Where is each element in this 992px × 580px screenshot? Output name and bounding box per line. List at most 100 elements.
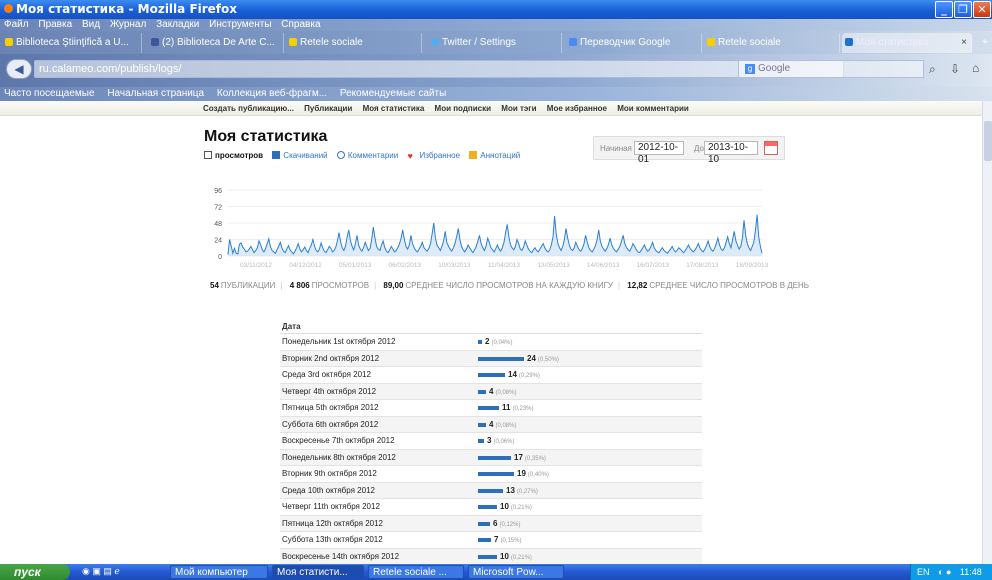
tab-downloads[interactable]: Скачиваний [272, 151, 328, 160]
close-button[interactable]: ✕ [973, 1, 991, 18]
maximize-button[interactable]: ❐ [954, 1, 972, 18]
stat-avg-per-book-label: СРЕДНЕЕ ЧИСЛО ПРОСМОТРОВ НА КАЖДУЮ КНИГУ [405, 281, 613, 290]
stat-views-label: ПРОСМОТРОВ [311, 281, 370, 290]
close-tab-icon[interactable]: × [961, 33, 967, 53]
quick-launch-icons[interactable]: ◉ ▣ ▤ ℯ [82, 566, 120, 577]
table-row: Вторник 2nd октября 2012 24 (0,50%) [280, 350, 702, 367]
language-indicator[interactable]: EN [917, 567, 930, 577]
address-bar[interactable]: ru.calameo.com/publish/logs/ [34, 60, 844, 78]
tray-icons[interactable]: ◐ ● [938, 567, 951, 577]
search-icon[interactable]: ⌕ [929, 62, 936, 77]
taskbar-item[interactable]: Retele sociale ... [368, 565, 464, 579]
task-label: Моя статисти... [277, 567, 348, 578]
row-value: 11 (0,23%) [502, 400, 533, 418]
row-percent: (0,08%) [495, 389, 517, 396]
stat-avg-per-day: 12,82 [627, 281, 648, 290]
bookmark-suggested-sites[interactable]: Рекомендуемые сайты [340, 88, 446, 99]
tab-annotations[interactable]: Аннотаций [469, 151, 520, 160]
row-percent: (0,35%) [524, 455, 546, 462]
task-label: Мой компьютер [175, 567, 248, 578]
x-tick-label: 03/11/2012 [240, 262, 272, 269]
bookmark-web-slices[interactable]: Коллекция веб-фрагм... [217, 88, 327, 99]
browser-tab-active[interactable]: Моя статистика × [842, 33, 972, 53]
calendar-icon[interactable] [764, 141, 778, 155]
taskbar-item[interactable]: Microsoft Pow... [468, 565, 564, 579]
scrollbar-thumb[interactable] [984, 121, 992, 161]
stats-table: Дата Понедельник 1st октября 2012 2 (0,04%… [280, 320, 702, 565]
download-icon[interactable]: ⇩ [950, 62, 960, 76]
browser-tab[interactable]: Retele sociale [286, 33, 422, 53]
tab-favorites[interactable]: ♥ Избранное [407, 151, 460, 161]
menu-edit[interactable]: Правка [38, 19, 72, 30]
x-tick-label: 05/01/2013 [339, 262, 372, 269]
date-from-input[interactable]: 2012-10-01 [634, 141, 684, 165]
date-from-label: Начиная с [600, 144, 639, 153]
row-date: Понедельник 8th октября 2012 [282, 452, 396, 462]
row-count: 24 [527, 353, 536, 363]
google-translate-icon [569, 38, 577, 46]
heart-icon: ♥ [407, 151, 413, 161]
tab-annotations-label: Аннотаций [480, 151, 521, 160]
menu-tools[interactable]: Инструменты [209, 19, 271, 30]
row-date: Пятница 12th октября 2012 [282, 518, 384, 528]
bookmark-start-page[interactable]: Начальная страница [107, 88, 204, 99]
y-tick-label: 0 [218, 254, 222, 261]
browser-tab[interactable]: Переводчик Google [566, 33, 702, 53]
minimize-button[interactable]: _ [935, 1, 953, 18]
tab-comments[interactable]: Комментарии [336, 151, 398, 160]
table-row: Среда 3rd октября 2012 14 (0,29%) [280, 367, 702, 384]
x-tick-label: 13/05/2013 [537, 262, 570, 269]
twitter-icon [431, 38, 439, 46]
menu-view[interactable]: Вид [82, 19, 100, 30]
table-row: Вторник 9th октября 2012 19 (0,40%) [280, 466, 702, 483]
taskbar-item-active[interactable]: Моя статисти... [272, 565, 364, 579]
row-percent: (0,12%) [499, 521, 521, 528]
row-bar [478, 505, 497, 509]
nav-subscriptions[interactable]: Мои подписки [435, 104, 492, 113]
row-value: 7 (0,15%) [494, 532, 521, 550]
date-range: Начиная с 2012-10-01 До 2013-10-10 [593, 136, 785, 165]
start-button[interactable]: пуск [0, 564, 70, 580]
row-percent: (0,29%) [518, 373, 540, 379]
browser-tab[interactable]: Twitter / Settings [428, 33, 562, 53]
disk-icon [272, 151, 281, 159]
tab-views[interactable]: просмотров [204, 151, 263, 160]
tab-label: Twitter / Settings [442, 37, 516, 48]
browser-tab[interactable]: Retele sociale [704, 33, 840, 53]
browser-tab[interactable]: Biblioteca Ştiinţifică a U... [2, 33, 142, 53]
row-count: 19 [517, 469, 526, 478]
page-scrollbar[interactable] [982, 101, 992, 564]
nav-comments[interactable]: Мои комментарии [617, 104, 689, 113]
table-body: Понедельник 1st октября 2012 2 (0,04%) Втор… [280, 334, 702, 565]
annotation-icon [469, 151, 478, 159]
page-icon [707, 38, 715, 46]
menu-bookmarks[interactable]: Закладки [156, 19, 199, 30]
home-icon[interactable]: ⌂ [972, 61, 979, 75]
back-button[interactable]: ◀ [6, 59, 32, 79]
new-tab-button[interactable]: + [978, 33, 992, 53]
tab-label: Retele sociale [718, 37, 781, 48]
table-row: Суббота 6th октября 2012 4 (0,08%) [280, 416, 702, 433]
row-percent: (0,15%) [500, 538, 522, 544]
menu-history[interactable]: Журнал [110, 19, 147, 30]
bookmark-most-visited[interactable]: Часто посещаемые [4, 88, 95, 99]
date-to-input[interactable]: 2013-10-10 [704, 141, 758, 165]
menu-help[interactable]: Справка [281, 19, 320, 30]
browser-tab[interactable]: (2) Biblioteca De Arte C... [148, 33, 284, 53]
menu-file[interactable]: Файл [4, 19, 29, 30]
row-date: Четверг 4th октября 2012 [282, 386, 377, 396]
x-tick-label: 04/12/2012 [289, 262, 322, 269]
nav-publications[interactable]: Публикации [304, 104, 352, 113]
stat-views: 4 806 [289, 281, 310, 290]
nav-favorites[interactable]: Мое избранное [547, 104, 607, 113]
row-count: 13 [506, 485, 515, 495]
row-date: Суббота 6th октября 2012 [282, 419, 379, 429]
nav-create-publication[interactable]: Создать публикацию... [203, 104, 294, 113]
tab-label: (2) Biblioteca De Arte C... [162, 37, 275, 48]
table-row: Пятница 12th октября 2012 6 (0,12%) [280, 515, 702, 532]
nav-my-stats[interactable]: Моя статистика [363, 104, 425, 113]
search-box[interactable]: g Google [738, 60, 924, 78]
taskbar-item[interactable]: Мой компьютер [170, 565, 268, 579]
nav-tags[interactable]: Мои тэги [501, 104, 536, 113]
y-tick-label: 96 [214, 188, 222, 195]
